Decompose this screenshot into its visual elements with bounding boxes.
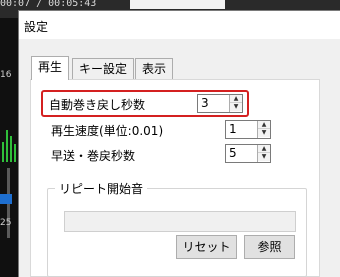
dialog-title: 設定 xyxy=(24,20,49,34)
speed-unit-value[interactable]: 1 xyxy=(229,122,237,136)
spin-down-icon[interactable]: ▼ xyxy=(230,103,242,111)
spin-down-icon[interactable]: ▼ xyxy=(258,129,270,137)
ff-rewind-seconds-label: 早送・巻戻秒数 xyxy=(51,149,136,163)
background-label-bottom: 25 xyxy=(0,218,12,228)
ff-rewind-seconds-spinner[interactable]: 5 ▲ ▼ xyxy=(225,144,271,163)
spin-down-icon[interactable]: ▼ xyxy=(258,153,270,161)
dialog-title-bar[interactable]: 設定 xyxy=(19,11,340,39)
tab-display[interactable]: 表示 xyxy=(135,58,174,80)
background-time-readout: 00:07 / 00:05:43 xyxy=(0,0,97,9)
speed-unit-label: 再生速度(単位:0.01) xyxy=(51,124,164,138)
background-position-marker xyxy=(0,194,12,204)
repeat-start-sound-label: リピート開始音 xyxy=(55,180,148,197)
spin-up-icon[interactable]: ▲ xyxy=(258,145,270,153)
reset-button[interactable]: リセット xyxy=(176,235,237,259)
tab-playback[interactable]: 再生 xyxy=(31,56,70,80)
tab-key-settings[interactable]: キー設定 xyxy=(72,58,135,80)
rewind-seconds-label: 自動巻き戻し秒数 xyxy=(49,98,146,112)
rewind-seconds-spinner[interactable]: 3 ▲ ▼ xyxy=(197,94,243,113)
spin-up-icon[interactable]: ▲ xyxy=(230,95,242,103)
browse-button[interactable]: 参照 xyxy=(244,235,295,259)
ff-rewind-seconds-value[interactable]: 5 xyxy=(229,146,237,160)
rewind-seconds-value[interactable]: 3 xyxy=(201,96,209,110)
background-panel xyxy=(130,0,225,9)
background-sidebar: 16 25 xyxy=(0,18,18,277)
background-level-meter xyxy=(2,126,16,162)
spin-up-icon[interactable]: ▲ xyxy=(258,121,270,129)
background-label-top: 16 xyxy=(0,70,12,80)
sound-file-path-field[interactable] xyxy=(64,211,296,232)
repeat-start-sound-group xyxy=(47,188,307,277)
speed-unit-spinner[interactable]: 1 ▲ ▼ xyxy=(225,120,271,139)
